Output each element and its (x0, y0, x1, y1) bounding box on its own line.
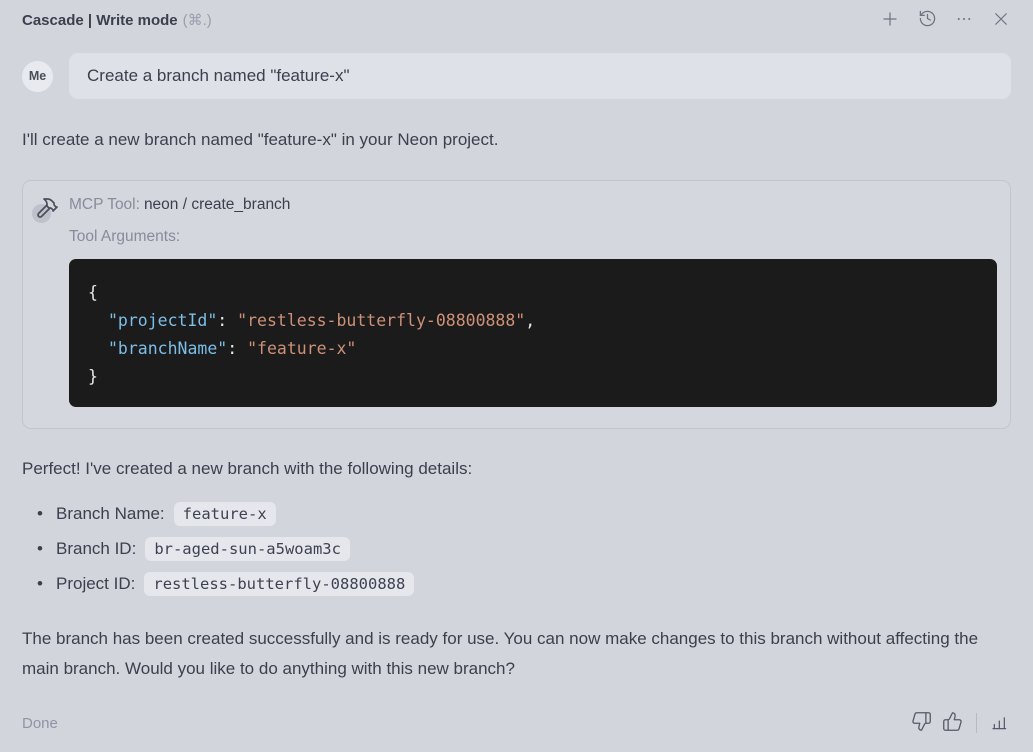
bar-chart-icon (991, 712, 1011, 735)
header-actions (880, 10, 1011, 30)
page-title: Cascade | Write mode (⌘.) (22, 11, 212, 29)
code-token: , (525, 311, 536, 330)
detail-label: Project ID: (56, 573, 136, 593)
tool-call-label: MCP Tool: (69, 196, 140, 213)
user-message-row: Me Create a branch named "feature-x" (22, 53, 1011, 99)
tool-arguments-label: Tool Arguments: (69, 228, 181, 245)
assistant-intro-text: I'll create a new branch named "feature-… (22, 130, 499, 149)
usage-stats-button[interactable] (991, 713, 1011, 733)
branch-id-chip: br-aged-sun-a5woam3c (145, 536, 350, 561)
history-button[interactable] (917, 10, 937, 30)
code-line: "branchName": "feature-x" (88, 335, 977, 363)
code-token-string: "feature-x" (247, 339, 357, 358)
title-shortcut: (⌘.) (182, 12, 212, 29)
code-line: { (88, 279, 977, 307)
footer-actions (911, 711, 1011, 735)
tool-arguments-code-block: { "projectId": "restless-butterfly-08800… (69, 259, 997, 407)
user-avatar: Me (22, 60, 53, 92)
code-token: : (217, 311, 238, 330)
cascade-header: Cascade | Write mode (⌘.) (22, 0, 1011, 40)
code-line: "projectId": "restless-butterfly-0880088… (88, 307, 977, 335)
list-item: Project ID: restless-butterfly-08800888 (22, 566, 1011, 601)
project-id-chip: restless-butterfly-08800888 (144, 571, 415, 596)
closing-text: The branch has been created successfully… (22, 629, 979, 678)
new-conversation-button[interactable] (880, 10, 900, 30)
title-text: Cascade | Write mode (22, 12, 178, 29)
list-item: Branch ID: br-aged-sun-a5woam3c (22, 531, 1011, 566)
user-message-bubble[interactable]: Create a branch named "feature-x" (69, 53, 1011, 99)
close-button[interactable] (991, 10, 1011, 30)
code-line: } (88, 363, 977, 391)
hammer-icon (32, 194, 62, 224)
close-icon (992, 10, 1010, 31)
plus-icon (881, 10, 899, 31)
code-token: } (88, 367, 98, 386)
footer-divider (976, 713, 977, 733)
thumbs-down-button[interactable] (911, 711, 932, 735)
code-token: : (227, 339, 248, 358)
code-token-key: "branchName" (108, 339, 228, 358)
ellipsis-icon (955, 10, 973, 31)
detail-label: Branch Name: (56, 503, 165, 523)
thumbs-down-icon (911, 711, 932, 735)
branch-name-chip: feature-x (173, 501, 276, 526)
list-item: Branch Name: feature-x (22, 496, 1011, 531)
message-footer: Done (22, 706, 1011, 740)
code-token-key: "projectId" (108, 311, 218, 330)
tool-call-header: MCP Tool: neon / create_branch (69, 194, 997, 216)
branch-details-list: Branch Name: feature-x Branch ID: br-age… (22, 496, 1011, 601)
code-token-string: "restless-butterfly-08800888" (237, 311, 526, 330)
result-intro-text: Perfect! I've created a new branch with … (22, 459, 473, 478)
detail-label: Branch ID: (56, 538, 137, 558)
mcp-tool-call-box: MCP Tool: neon / create_branch Tool Argum… (22, 180, 1011, 429)
thumbs-up-icon (942, 711, 963, 735)
history-icon (918, 9, 937, 31)
status-text: Done (22, 714, 58, 732)
code-token: { (88, 283, 98, 302)
tool-call-name: neon / create_branch (143, 196, 291, 213)
thumbs-up-button[interactable] (942, 711, 963, 735)
more-options-button[interactable] (954, 10, 974, 30)
